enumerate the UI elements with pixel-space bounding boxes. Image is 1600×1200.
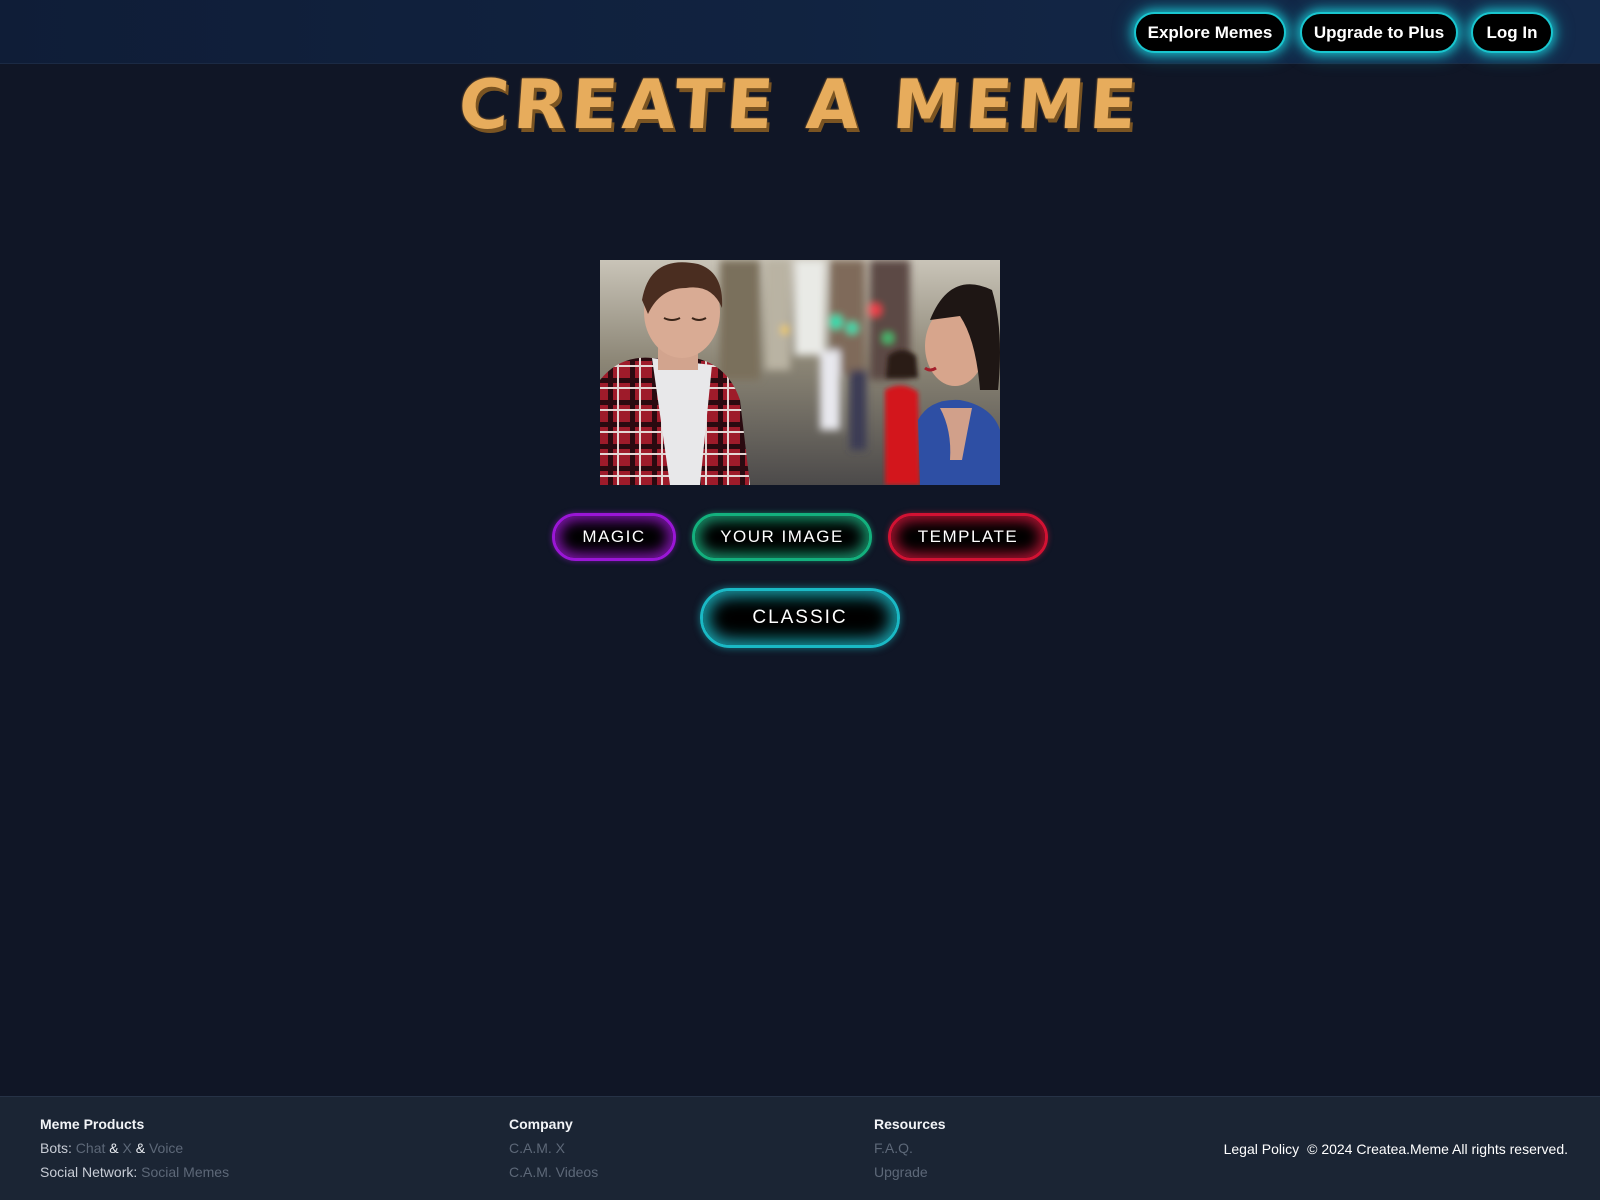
social-network-label: Social Network:	[40, 1164, 138, 1180]
upgrade-link[interactable]: Upgrade	[874, 1164, 928, 1180]
legal-policy-link[interactable]: Legal Policy	[1224, 1141, 1300, 1157]
upgrade-to-plus-button[interactable]: Upgrade to Plus	[1300, 12, 1458, 53]
footer-legal: Legal Policy © 2024 Createa.Meme All rig…	[1224, 1141, 1568, 1157]
your-image-mode-button[interactable]: YOUR IMAGE	[692, 513, 872, 561]
footer-company-column: Company C.A.M. X C.A.M. Videos	[509, 1115, 598, 1187]
footer: Meme Products Bots: Chat & X & Voice Soc…	[0, 1096, 1600, 1200]
faq-link[interactable]: F.A.Q.	[874, 1140, 913, 1156]
footer-products-heading: Meme Products	[40, 1116, 145, 1132]
footer-resources-column: Resources F.A.Q. Upgrade	[874, 1115, 946, 1187]
footer-company-heading: Company	[509, 1116, 573, 1132]
explore-memes-button[interactable]: Explore Memes	[1134, 12, 1286, 53]
log-in-button[interactable]: Log In	[1471, 12, 1553, 53]
footer-social-line: Social Network: Social Memes	[40, 1163, 229, 1187]
bots-voice-link[interactable]: Voice	[149, 1140, 183, 1156]
page: Explore Memes Upgrade to Plus Log In CRE…	[0, 0, 1600, 1200]
bots-chat-link[interactable]: Chat	[76, 1140, 106, 1156]
cam-videos-link[interactable]: C.A.M. Videos	[509, 1164, 598, 1180]
copyright-text: © 2024 Createa.Meme All rights reserved.	[1307, 1141, 1568, 1157]
classic-mode-button[interactable]: CLASSIC	[700, 588, 900, 648]
page-title: CREATE A MEME	[456, 66, 1144, 145]
top-bar: Explore Memes Upgrade to Plus Log In	[0, 0, 1600, 64]
meme-photo	[600, 260, 1000, 485]
social-memes-link[interactable]: Social Memes	[141, 1164, 229, 1180]
meme-preview-image	[600, 260, 1000, 485]
cam-x-link[interactable]: C.A.M. X	[509, 1140, 565, 1156]
template-mode-button[interactable]: TEMPLATE	[888, 513, 1048, 561]
footer-products-column: Meme Products Bots: Chat & X & Voice Soc…	[40, 1115, 229, 1187]
bots-label: Bots:	[40, 1140, 72, 1156]
footer-bots-line: Bots: Chat & X & Voice	[40, 1139, 229, 1163]
bots-separator: &	[109, 1140, 119, 1156]
bots-x-link[interactable]: X	[123, 1140, 132, 1156]
magic-mode-button[interactable]: MAGIC	[552, 513, 676, 561]
bots-separator: &	[135, 1140, 146, 1156]
footer-resources-heading: Resources	[874, 1116, 946, 1132]
